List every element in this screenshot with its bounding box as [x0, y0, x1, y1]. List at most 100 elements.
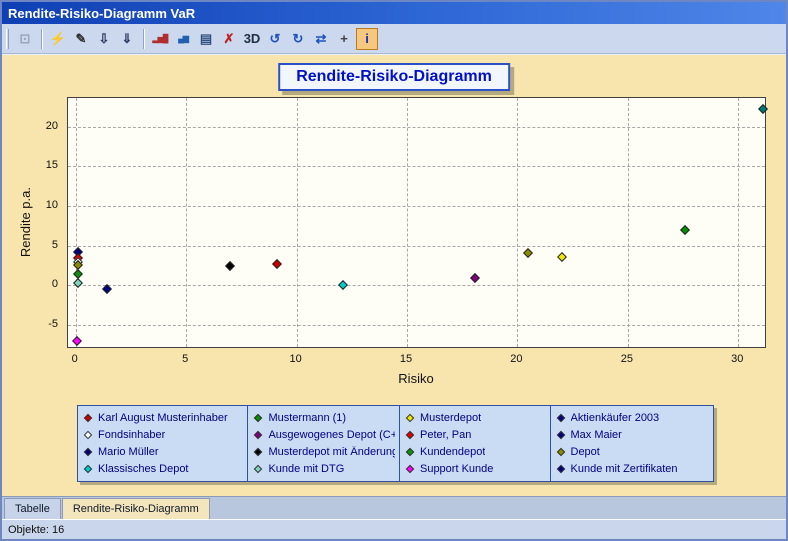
sort-descending-icon[interactable]: ⇓ [116, 28, 138, 50]
diamond-icon [406, 413, 414, 421]
sort-ascending-icon[interactable]: ⇩ [93, 28, 115, 50]
rotate-icon[interactable]: ↻ [287, 28, 309, 50]
legend-label: Fondsinhaber [98, 429, 165, 441]
legend-item[interactable]: Musterdepot mit Änderungen [248, 443, 399, 460]
diamond-icon [556, 430, 564, 438]
legend-label: Musterdepot mit Änderungen [268, 446, 395, 458]
data-point-marker[interactable] [524, 248, 534, 258]
legend-label: Musterdepot [420, 412, 481, 424]
diamond-icon [254, 447, 262, 455]
refresh-icon[interactable]: ⚡ [47, 28, 69, 50]
diamond-icon [84, 447, 92, 455]
legend-item[interactable]: Mustermann (1) [248, 409, 399, 426]
data-point-marker[interactable] [272, 259, 282, 269]
legend-item[interactable]: Depot [551, 443, 713, 460]
3d-icon[interactable]: 3D [241, 28, 263, 50]
legend-item[interactable]: Ausgewogenes Depot (C+) [248, 426, 399, 443]
status-objects-count: Objekte: 16 [8, 524, 64, 536]
toolbar-grip-icon[interactable] [6, 29, 9, 49]
diamond-icon [84, 413, 92, 421]
data-point-marker[interactable] [680, 225, 690, 235]
gridline-horizontal [68, 325, 765, 326]
y-tick-label: 0 [2, 278, 58, 290]
legend-item[interactable]: Peter, Pan [400, 426, 550, 443]
window-title: Rendite-Risiko-Diagramm VaR [8, 6, 195, 21]
gridline-vertical [407, 98, 408, 347]
diamond-icon [84, 464, 92, 472]
legend-label: Support Kunde [420, 463, 493, 475]
legend-item[interactable]: Support Kunde [400, 460, 550, 477]
diamond-icon [556, 464, 564, 472]
legend-item[interactable]: Musterdepot [400, 409, 550, 426]
add-icon[interactable]: + [333, 28, 355, 50]
data-point-marker[interactable] [225, 261, 235, 271]
gridline-horizontal [68, 285, 765, 286]
y-tick-label: 20 [2, 120, 58, 132]
chart-title-box[interactable]: Rendite-Risiko-Diagramm [278, 63, 510, 91]
diamond-icon [556, 447, 564, 455]
legend-table: Karl August Musterinhaber Fondsinhaber Mar… [77, 405, 714, 482]
toolbar-separator [41, 29, 43, 49]
title-bar[interactable]: Rendite-Risiko-Diagramm VaR [2, 2, 786, 24]
info-icon[interactable]: i [356, 28, 378, 50]
flip-axes-icon[interactable]: ⇄ [310, 28, 332, 50]
x-tick-label: 25 [621, 353, 633, 365]
gridline-vertical [76, 98, 77, 347]
data-point-marker[interactable] [72, 336, 82, 346]
y-axis-label-wrap: Rendite p.a. [16, 97, 34, 348]
gridline-vertical [738, 98, 739, 347]
edit-chart-icon[interactable]: ✎ [70, 28, 92, 50]
diamond-icon [254, 413, 262, 421]
gridline-vertical [297, 98, 298, 347]
gridline-horizontal [68, 246, 765, 247]
data-point-marker[interactable] [471, 273, 481, 283]
legend-label: Depot [571, 446, 600, 458]
toolbar-separator [143, 29, 145, 49]
chart-page-icon[interactable]: ▤ [195, 28, 217, 50]
legend-item[interactable]: Aktienkäufer 2003 [551, 409, 713, 426]
plot-area[interactable] [67, 97, 766, 348]
legend-item[interactable]: Kundendepot [400, 443, 550, 460]
legend-item[interactable]: Max Maier [551, 426, 713, 443]
legend-label: Peter, Pan [420, 429, 471, 441]
x-tick-label: 5 [182, 353, 188, 365]
y-tick-label: 10 [2, 199, 58, 211]
x-tick-label: 20 [510, 353, 522, 365]
gridline-horizontal [68, 206, 765, 207]
toolbar: ⊡ ⚡✎⇩⇓ ▂▅█▄▆▤✗3D↺↻⇄+i [2, 24, 786, 54]
diamond-icon [84, 430, 92, 438]
legend-label: Kunde mit Zertifikaten [571, 463, 678, 475]
data-point-marker[interactable] [73, 278, 83, 288]
x-tick-label: 15 [400, 353, 412, 365]
zoom-rotate-icon[interactable]: ↺ [264, 28, 286, 50]
legend-item[interactable]: Fondsinhaber [78, 426, 247, 443]
legend-item[interactable]: Kunde mit Zertifikaten [551, 460, 713, 477]
legend-label: Kunde mit DTG [268, 463, 344, 475]
data-point-marker[interactable] [557, 252, 567, 262]
legend-label: Mario Müller [98, 446, 159, 458]
tab-tabelle[interactable]: Tabelle [4, 498, 61, 519]
x-axis-label: Risiko [398, 371, 433, 386]
data-point-marker[interactable] [338, 281, 348, 291]
legend-column: Musterdepot Peter, Pan Kundendepot Support … [400, 406, 551, 481]
delete-chart-icon[interactable]: ✗ [218, 28, 240, 50]
export-icon: ⊡ [14, 28, 36, 50]
legend-label: Klassisches Depot [98, 463, 189, 475]
legend-item[interactable]: Karl August Musterinhaber [78, 409, 247, 426]
tab-rendite-risiko-diagramm[interactable]: Rendite-Risiko-Diagramm [62, 498, 210, 519]
legend-label: Karl August Musterinhaber [98, 412, 228, 424]
y-tick-label: -5 [2, 318, 58, 330]
legend-item[interactable]: Klassisches Depot [78, 460, 247, 477]
legend-label: Ausgewogenes Depot (C+) [268, 429, 395, 441]
data-point-marker[interactable] [73, 269, 83, 279]
data-point-marker[interactable] [758, 104, 768, 114]
bar-chart-icon[interactable]: ▂▅█ [149, 28, 171, 50]
area-chart-icon[interactable]: ▄▆ [172, 28, 194, 50]
legend-item[interactable]: Kunde mit DTG [248, 460, 399, 477]
diamond-icon [406, 430, 414, 438]
legend-column: Mustermann (1) Ausgewogenes Depot (C+) Mus… [248, 406, 400, 481]
legend-item[interactable]: Mario Müller [78, 443, 247, 460]
tab-bar: TabelleRendite-Risiko-Diagramm [2, 496, 786, 519]
legend-label: Kundendepot [420, 446, 485, 458]
legend-column: Karl August Musterinhaber Fondsinhaber Mar… [78, 406, 248, 481]
